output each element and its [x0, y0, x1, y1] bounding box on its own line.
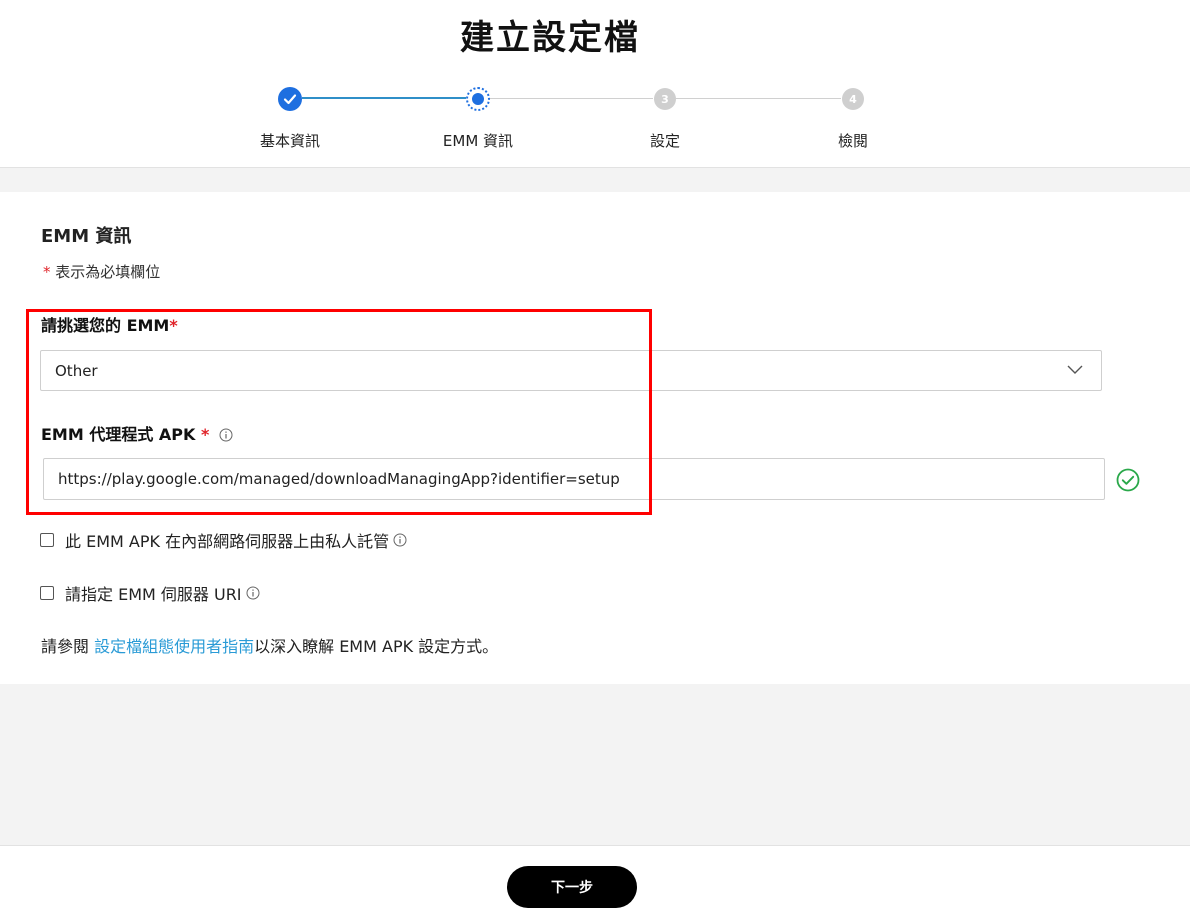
section-title: EMM 資訊	[41, 226, 132, 247]
info-icon[interactable]	[393, 533, 407, 547]
server-uri-option[interactable]: 請指定 EMM 伺服器 URI	[40, 581, 260, 605]
server-uri-label: 請指定 EMM 伺服器 URI	[65, 585, 242, 604]
stepper: 3 4 基本資訊 EMM 資訊 設定 檢閱	[0, 0, 1190, 167]
chevron-down-icon	[1067, 365, 1083, 374]
private-hosted-option[interactable]: 此 EMM APK 在內部網路伺服器上由私人託管	[40, 528, 407, 552]
required-note: * 表示為必填欄位	[43, 261, 160, 282]
private-hosted-label: 此 EMM APK 在內部網路伺服器上由私人託管	[65, 532, 390, 551]
step-connector-done	[302, 97, 466, 99]
step-label-settings: 設定	[649, 132, 680, 150]
private-hosted-checkbox[interactable]	[40, 533, 54, 547]
next-button[interactable]: 下一步	[507, 866, 637, 908]
server-uri-checkbox[interactable]	[40, 586, 54, 600]
guide-prefix: 請參閱	[41, 637, 95, 656]
step-2-current-indicator	[466, 87, 490, 111]
highlight-box	[26, 309, 652, 515]
step-1-check-icon	[278, 87, 302, 111]
step-label-basic-info: 基本資訊	[259, 132, 320, 150]
required-star: *	[43, 263, 51, 281]
guide-text: 請參閱 設定檔組態使用者指南以深入瞭解 EMM APK 設定方式。	[41, 633, 498, 657]
step-label-emm-info: EMM 資訊	[442, 132, 514, 150]
step-connector	[676, 98, 841, 99]
info-icon[interactable]	[246, 586, 260, 600]
valid-check-icon	[1116, 468, 1140, 492]
user-guide-link[interactable]: 設定檔組態使用者指南	[94, 637, 254, 656]
step-label-review: 檢閱	[837, 132, 868, 150]
header: 建立設定檔 3 4 基本資訊 EMM 資訊 設定 檢閱	[0, 0, 1190, 168]
required-note-text: 表示為必填欄位	[55, 263, 161, 281]
step-connector	[490, 98, 653, 99]
step-3-number: 3	[654, 88, 676, 110]
step-4-number: 4	[842, 88, 864, 110]
guide-suffix: 以深入瞭解 EMM APK 設定方式。	[254, 637, 499, 656]
